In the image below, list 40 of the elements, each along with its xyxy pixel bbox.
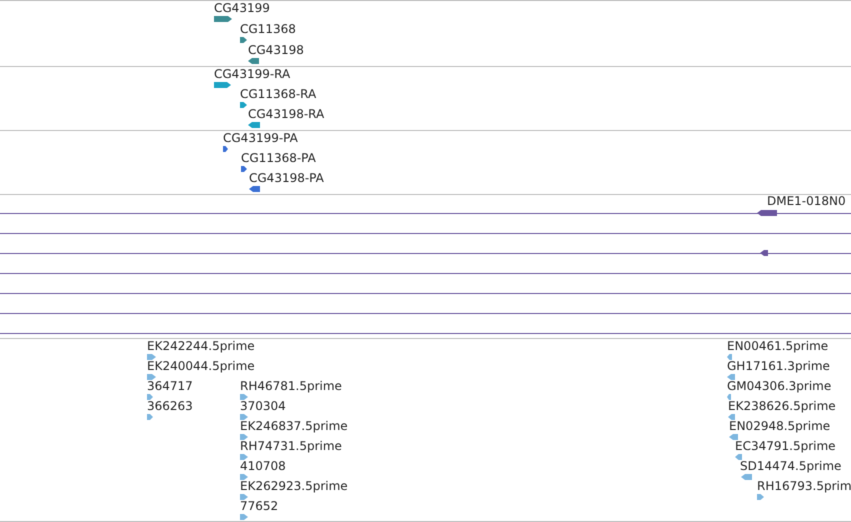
feature-label: EK240044.5prime [147,359,255,374]
feature-label: DME1-018N0 [767,194,846,209]
feature-label: EK246837.5prime [240,419,348,434]
feature-label: CG43198-PA [249,171,324,186]
feature-label: EK262923.5prime [240,479,348,494]
feature-label: CG43198-RA [248,107,324,122]
feature-label: CG11368-PA [241,151,316,166]
feature-label: EN00461.5prime [727,339,828,354]
feature-arrow-icon[interactable] [760,250,768,256]
feature-arrow-icon[interactable] [757,210,777,216]
feature-label: 370304 [240,399,286,414]
feature-arrow-icon[interactable] [248,122,260,128]
feature-label: RH46781.5prime [240,379,342,394]
feature-label: CG43199 [214,1,270,16]
feature-label: RH74731.5prime [240,439,342,454]
feature-label: 77652 [240,499,278,514]
feature-label: 410708 [240,459,286,474]
feature-label: EK238626.5prime [728,399,836,414]
feature-label: CG43199-PA [223,131,298,146]
feature-arrow-icon[interactable] [248,58,259,64]
feature-label: 364717 [147,379,193,394]
feature-label: CG43198 [248,43,304,58]
feature-arrow-icon[interactable] [249,186,260,192]
feature-arrow-icon[interactable] [241,166,247,172]
feature-arrow-icon[interactable] [240,102,247,108]
feature-label: CG11368-RA [240,87,316,102]
feature-label: SD14474.5prime [740,459,842,474]
feature-label: 366263 [147,399,193,414]
feature-label: GM04306.3prime [727,379,832,394]
feature-label: EC34791.5prime [735,439,836,454]
feature-label: EN02948.5prime [729,419,830,434]
feature-arrow-icon[interactable] [214,82,231,88]
feature-arrow-icon[interactable] [223,146,228,152]
feature-label: EK242244.5prime [147,339,255,354]
feature-arrow-icon[interactable] [214,16,232,22]
feature-label: CG43199-RA [214,67,290,82]
feature-label: CG11368 [240,22,296,37]
feature-arrow-icon[interactable] [240,37,247,43]
feature-label: RH16793.5prim [757,479,851,494]
feature-label: GH17161.3prime [727,359,830,374]
